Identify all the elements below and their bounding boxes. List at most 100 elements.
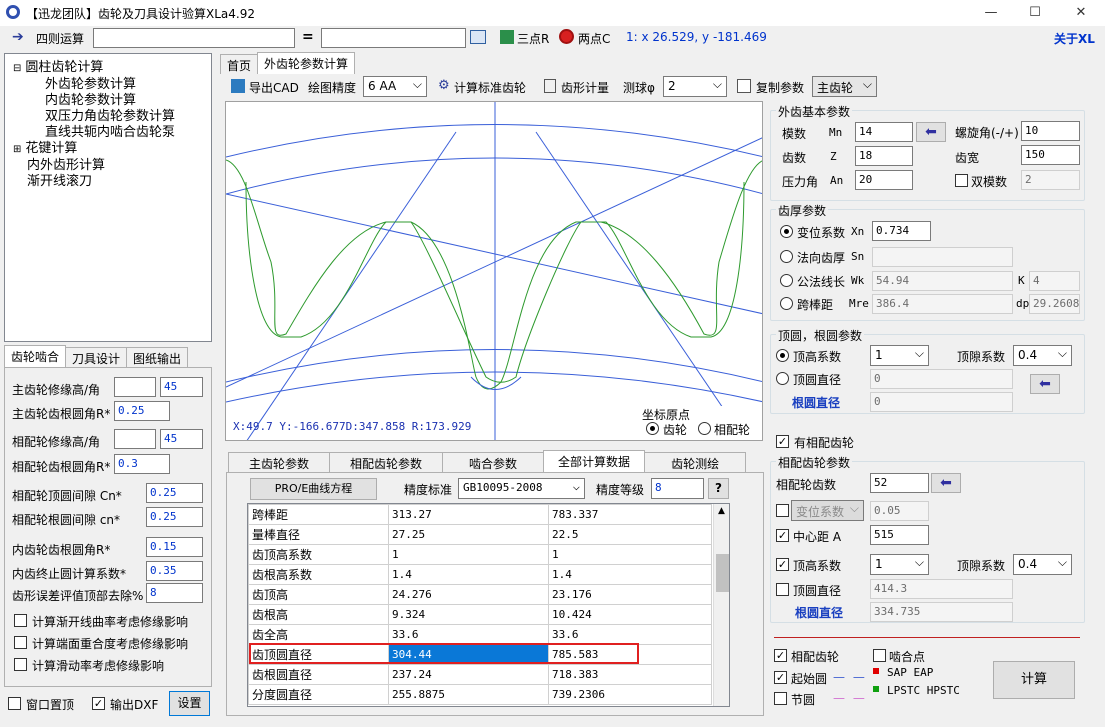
main-gear-relief-angle-input[interactable]: 45 <box>160 377 203 397</box>
precision-standard-select[interactable]: GB10095-2008 <box>458 478 585 499</box>
main-gear-root-fillet-input[interactable]: 0.25 <box>114 401 170 421</box>
tab-mate-gear-params[interactable]: 相配齿轮参数 <box>329 452 444 472</box>
help-button[interactable]: ? <box>708 478 729 499</box>
sliding-ratio-relief-checkbox[interactable] <box>14 658 27 671</box>
table-cell[interactable]: 255.8875 <box>388 684 549 705</box>
table-row[interactable]: 跨棒距 313.27 783.337 <box>248 504 712 525</box>
pressure-angle-input[interactable]: 20 <box>855 170 913 190</box>
over-pin-radio[interactable] <box>780 297 793 310</box>
teeth-input[interactable]: 18 <box>855 146 913 166</box>
origin-gear-radio[interactable] <box>646 422 659 435</box>
table-row[interactable]: 齿顶高 24.276 23.176 <box>248 584 712 605</box>
table-cell[interactable]: 1 <box>388 544 549 565</box>
span-measure-radio[interactable] <box>780 274 793 287</box>
helix-input[interactable]: 10 <box>1021 121 1080 141</box>
legend-mesh-checkbox[interactable] <box>873 649 886 662</box>
about-link[interactable]: 关于XL <box>1054 30 1095 47</box>
legend-start-checkbox[interactable]: ✓ <box>774 671 787 684</box>
window-topmost-checkbox[interactable] <box>8 697 21 710</box>
minimize-button[interactable]: — <box>968 0 1014 26</box>
legend-mate-checkbox[interactable]: ✓ <box>774 649 787 662</box>
calc-standard-button[interactable]: 计算标准齿轮 <box>454 79 526 96</box>
tab-mesh-params[interactable]: 啮合参数 <box>442 452 545 472</box>
shift-coefficient-input[interactable]: 0.734 <box>872 221 931 241</box>
mate-tip-diameter-checkbox[interactable] <box>776 583 789 596</box>
pin-diameter-input[interactable]: 29.2608 <box>1029 294 1080 314</box>
table-cell[interactable]: 齿顶高 <box>248 584 389 605</box>
tree-item[interactable]: 内齿轮参数计算 <box>13 93 175 109</box>
face-width-input[interactable]: 150 <box>1021 145 1080 165</box>
table-cell[interactable]: 1.4 <box>548 564 712 585</box>
mate-root-clearance-input[interactable]: 0.25 <box>146 507 203 527</box>
table-row[interactable]: 齿全高 33.6 33.6 <box>248 624 712 645</box>
tab-drawing-output[interactable]: 图纸输出 <box>126 347 189 367</box>
tip-diameter-arrow-button[interactable]: ⬅ <box>1030 374 1060 394</box>
expression-input[interactable] <box>93 28 295 48</box>
table-cell[interactable]: 跨棒距 <box>248 504 389 525</box>
copy-icon[interactable] <box>737 79 751 93</box>
dual-module-input[interactable]: 2 <box>1021 170 1080 190</box>
three-point-icon[interactable] <box>500 30 514 44</box>
table-cell[interactable]: 10.424 <box>548 604 712 625</box>
calculator-icon[interactable] <box>470 30 486 44</box>
maximize-button[interactable]: ☐ <box>1012 0 1058 26</box>
output-dxf-checkbox[interactable]: ✓ <box>92 697 105 710</box>
table-cell[interactable]: 27.25 <box>388 524 549 545</box>
tab-all-data[interactable]: 全部计算数据 <box>543 450 646 472</box>
precision-grade-input[interactable]: 8 <box>651 478 704 499</box>
table-cell[interactable]: 24.276 <box>388 584 549 605</box>
scroll-thumb[interactable] <box>716 554 729 592</box>
ball-diameter-select[interactable]: 2 <box>663 76 727 97</box>
tree-item[interactable]: 渐开线滚刀 <box>13 174 175 190</box>
table-row[interactable]: 齿根圆直径 237.24 718.383 <box>248 664 712 685</box>
mate-tip-diameter-input[interactable]: 414.3 <box>870 579 1013 599</box>
mate-tip-clearance-input[interactable]: 0.25 <box>146 483 203 503</box>
addendum-coefficient-select[interactable]: 1 <box>870 345 929 366</box>
two-point-button[interactable]: 两点C <box>578 30 610 47</box>
table-cell[interactable]: 237.24 <box>388 664 549 685</box>
table-cell[interactable]: 313.27 <box>388 504 549 525</box>
gear-drawing-canvas[interactable]: X:49.7 Y:-166.677D:347.858 R:173.929 坐标原… <box>225 101 763 441</box>
precision-select[interactable]: 6 AA <box>363 76 427 97</box>
table-cell[interactable]: 783.337 <box>548 504 712 525</box>
copy-params-button[interactable]: 复制参数 <box>756 79 804 96</box>
contact-ratio-relief-checkbox[interactable] <box>14 636 27 649</box>
root-diameter-input[interactable]: 0 <box>870 392 1013 412</box>
result-input[interactable] <box>321 28 466 48</box>
internal-root-fillet-input[interactable]: 0.15 <box>146 537 203 557</box>
tab-home[interactable]: 首页 <box>220 54 259 74</box>
shift-coefficient-radio[interactable] <box>780 225 793 238</box>
export-cad-icon[interactable] <box>231 79 245 93</box>
tooth-measure-button[interactable]: 齿形计量 <box>561 79 609 96</box>
mate-gear-relief-height-input[interactable] <box>114 429 156 449</box>
tip-diameter-input[interactable]: 0 <box>870 369 1013 389</box>
table-cell[interactable]: 量棒直径 <box>248 524 389 545</box>
dual-module-checkbox[interactable] <box>955 174 968 187</box>
table-cell[interactable]: 齿顶高系数 <box>248 544 389 565</box>
main-gear-relief-height-input[interactable] <box>114 377 156 397</box>
profile-error-trim-input[interactable]: 8 <box>146 583 203 603</box>
mate-addendum-select[interactable]: 1 <box>870 554 929 575</box>
tree-toggle-icon[interactable]: ⊟ <box>13 63 21 74</box>
measure-icon[interactable] <box>544 79 556 93</box>
tree-item[interactable]: 内外齿形计算 <box>13 158 175 174</box>
export-cad-button[interactable]: 导出CAD <box>249 79 299 96</box>
table-cell[interactable]: 9.324 <box>388 604 549 625</box>
span-measure-input[interactable]: 54.94 <box>872 271 1013 291</box>
table-scrollbar[interactable]: ▲ <box>713 504 729 706</box>
three-point-button[interactable]: 三点R <box>517 30 549 47</box>
table-cell[interactable]: 1.4 <box>388 564 549 585</box>
mate-teeth-input[interactable]: 52 <box>870 473 929 493</box>
mate-shift-checkbox[interactable] <box>776 504 789 517</box>
copy-target-select[interactable]: 主齿轮 <box>812 76 877 97</box>
tip-diameter-radio[interactable] <box>776 372 789 385</box>
table-cell[interactable]: 718.383 <box>548 664 712 685</box>
center-distance-input[interactable]: 515 <box>870 525 929 545</box>
scroll-up-icon[interactable]: ▲ <box>718 506 725 516</box>
table-cell[interactable]: 33.6 <box>388 624 549 645</box>
tree-item[interactable]: 双压力角齿轮参数计算 <box>13 109 175 125</box>
table-cell[interactable]: 1 <box>548 544 712 565</box>
module-arrow-button[interactable]: ⬅ <box>916 122 946 142</box>
table-cell[interactable]: 齿根高 <box>248 604 389 625</box>
table-cell[interactable]: 齿根高系数 <box>248 564 389 585</box>
